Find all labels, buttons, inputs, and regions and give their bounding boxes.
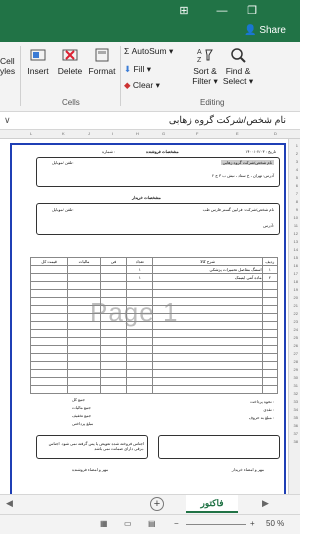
sum-tax-label: جمع مالیات xyxy=(72,405,91,410)
table-row[interactable] xyxy=(29,337,279,346)
header-description: شرح کالا xyxy=(152,257,263,266)
chevron-down-icon: ▾ xyxy=(168,46,174,56)
table-row[interactable] xyxy=(29,321,279,330)
seller-heading: مشخصات فروشنده xyxy=(146,149,179,154)
scroll-tabs-left-icon[interactable]: ◀ xyxy=(6,498,13,509)
delete-button[interactable]: Delete xyxy=(56,46,84,76)
minimize-icon[interactable]: — xyxy=(214,3,230,19)
autosum-button[interactable]: Σ AutoSum ▾ xyxy=(124,46,173,57)
buyer-name: نام شخص/شرکت: فرابین گستر فارس طب xyxy=(202,207,274,212)
zoom-in-icon[interactable]: + xyxy=(250,519,255,528)
sort-filter-icon: AZ xyxy=(197,49,213,64)
sum-total-label: جمع کل xyxy=(72,397,85,402)
user-icon: 👤 xyxy=(244,25,257,36)
page-layout-icon[interactable]: ▭ xyxy=(124,519,132,528)
header-row-number: ردیف xyxy=(261,257,279,266)
sheet-area[interactable]: LKJIHGFED 1 2 3 4 5 6 7 8 9 10 11 12 13 14 15 16 17 18 19 2… xyxy=(0,130,300,522)
seller-signature: مهر و امضاء فروشنده xyxy=(72,467,109,472)
insert-cells-icon xyxy=(30,49,46,61)
page-break-preview-icon[interactable]: ▤ xyxy=(148,519,156,528)
table-row[interactable]: ۱ استنگ مفاصل تحمیرات پزشکی ۱ xyxy=(29,265,279,274)
fill-button[interactable]: ⬇ Fill ▾ xyxy=(124,64,151,75)
find-select-button[interactable]: Find & Select ▾ xyxy=(222,46,254,87)
title-bar: ⊞ — ❐ xyxy=(0,0,300,22)
seller-address: آدرس: تهران ، خ ستاد ، نبش ب ۳ ج ۲ xyxy=(212,173,274,178)
amount-in-words-label: مبلغ به حروف : xyxy=(248,415,274,420)
payable-label: مبلغ پرداختی xyxy=(72,421,94,426)
normal-view-icon[interactable]: ▦ xyxy=(100,519,108,528)
sheet-tab-invoice[interactable]: فاکتور xyxy=(186,495,238,513)
cells-group-label: Cells xyxy=(62,98,80,107)
expand-formula-bar-icon[interactable]: ∨ xyxy=(4,115,11,126)
table-row[interactable] xyxy=(29,305,279,314)
format-button[interactable]: Format xyxy=(88,46,116,76)
zoom-out-icon[interactable]: − xyxy=(174,519,179,528)
table-row[interactable]: ۱ ماده آنتی ایتیمک ۲ xyxy=(29,273,279,282)
svg-text:Z: Z xyxy=(197,57,202,64)
seller-phone: تلفن /موبایل: xyxy=(52,160,74,165)
table-row[interactable] xyxy=(29,313,279,322)
signature-box xyxy=(158,435,280,459)
cash-label: نقدی : xyxy=(263,407,274,412)
buyer-phone: تلفن /موبایل: xyxy=(52,207,74,212)
ribbon: Cell yles Insert Delete Format Cells Σ A… xyxy=(0,42,300,112)
buyer-heading: مشخصات خریدار xyxy=(132,195,161,200)
delete-cells-icon xyxy=(62,49,78,61)
add-sheet-button[interactable]: + xyxy=(150,497,164,511)
header-qty: تعداد xyxy=(126,257,154,266)
print-page: Page 1 تاریخ : ۱۴۰۰/۰۲/۰۳ شماره : مشخصات… xyxy=(10,143,286,519)
table-row[interactable] xyxy=(29,329,279,338)
table-row[interactable] xyxy=(29,297,279,306)
scroll-tabs-right-icon[interactable]: ▶ xyxy=(262,498,269,509)
format-cells-icon xyxy=(95,48,109,62)
table-row[interactable] xyxy=(29,289,279,298)
table-row[interactable] xyxy=(29,377,279,386)
share-row: 👤 Share xyxy=(0,22,300,42)
zoom-level[interactable]: 50 % xyxy=(266,519,284,528)
table-row[interactable] xyxy=(29,353,279,362)
table-row[interactable] xyxy=(29,281,279,290)
chevron-down-icon: ▾ xyxy=(146,64,152,74)
table-header-row: قیمت کل مالیات فی تعداد شرح کالا ردیف xyxy=(29,257,279,266)
note-text: اجناس فروخته شده تعویض یا پس گرفته نمی ش… xyxy=(48,441,144,451)
editing-group-label: Editing xyxy=(200,98,225,107)
formula-bar: ∨ نام شخص/شرکت گروه زهابی xyxy=(0,112,300,130)
magnifier-icon xyxy=(231,48,246,63)
items-table: قیمت کل مالیات فی تعداد شرح کالا ردیف ۱ا… xyxy=(29,257,279,394)
fill-down-icon: ⬇ xyxy=(124,64,132,74)
table-row[interactable] xyxy=(29,385,279,394)
column-headers: LKJIHGFED xyxy=(0,130,300,139)
payment-method-label: نحوه پرداخت : xyxy=(250,399,274,404)
eraser-icon: ◆ xyxy=(124,80,131,90)
sigma-icon: Σ xyxy=(124,46,130,56)
header-total: قیمت کل xyxy=(29,257,69,266)
table-row[interactable] xyxy=(29,361,279,370)
header-unit-price: فی xyxy=(99,257,128,266)
chevron-down-icon: ▾ xyxy=(248,76,254,86)
svg-text:A: A xyxy=(197,49,202,56)
sheet-tabs: ◀ + فاکتور ▶ xyxy=(0,494,300,514)
seller-name-cell[interactable]: نام شخص/شرکت گروه زهابی xyxy=(220,160,274,165)
insert-button[interactable]: Insert xyxy=(26,46,50,76)
status-bar: ▦ ▭ ▤ − + 50 % xyxy=(0,514,300,534)
formula-input[interactable]: نام شخص/شرکت گروه زهابی xyxy=(169,115,286,126)
sort-filter-button[interactable]: AZ Sort & Filter ▾ xyxy=(190,46,220,87)
header-tax: مالیات xyxy=(67,257,101,266)
window-layout-icon[interactable]: ⊞ xyxy=(176,3,192,19)
share-button[interactable]: 👤 Share xyxy=(244,25,286,36)
table-row[interactable] xyxy=(29,369,279,378)
table-row[interactable] xyxy=(29,345,279,354)
chevron-down-icon: ▾ xyxy=(155,80,160,90)
sum-discount-label: جمع تخفیف xyxy=(72,413,92,418)
row-headers: 1 2 3 4 5 6 7 8 9 10 11 12 13 14 15 16 17 18 19 20 21 22 23 24 2… xyxy=(288,139,300,522)
invoice-number: شماره : xyxy=(102,149,116,154)
restore-icon[interactable]: ❐ xyxy=(244,3,260,19)
zoom-slider[interactable] xyxy=(186,524,246,525)
invoice-date: تاریخ : ۱۴۰۰/۰۲/۰۳ xyxy=(245,149,276,154)
clear-button[interactable]: ◆ Clear ▾ xyxy=(124,80,160,91)
cell-styles-button[interactable]: Cell yles xyxy=(0,56,15,76)
buyer-address: آدرس: xyxy=(263,223,274,228)
chevron-down-icon: ▾ xyxy=(213,76,218,86)
buyer-signature: مهر و امضاء خریدار xyxy=(231,467,264,472)
